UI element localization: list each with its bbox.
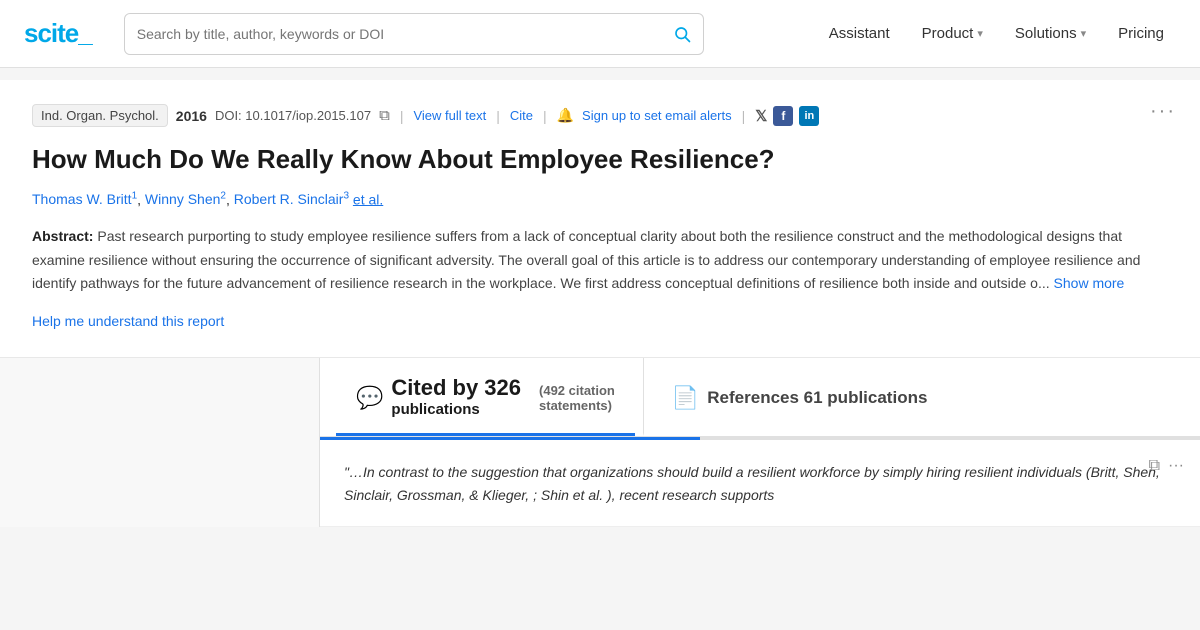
copy-quote-button[interactable]: ⧉ [1149,457,1160,475]
more-options-button[interactable]: ··· [1150,100,1176,123]
abstract: Abstract: Past research purporting to st… [32,225,1168,294]
nav-solutions[interactable]: Solutions ▾ [1003,17,1098,50]
show-more-link[interactable]: Show more [1054,275,1125,291]
linkedin-icon[interactable]: in [799,106,819,126]
search-button[interactable] [673,25,691,43]
tab-cited-by[interactable]: 💬 Cited by 326 publications (492 citatio… [336,358,635,437]
logo-text: scite [24,18,78,48]
navbar: scite_ Assistant Product ▾ Solutions ▾ P… [0,0,1200,68]
search-input[interactable] [137,26,673,42]
facebook-icon[interactable]: f [773,106,793,126]
nav-links: Assistant Product ▾ Solutions ▾ Pricing [817,17,1176,50]
right-panel: 💬 Cited by 326 publications (492 citatio… [320,358,1200,527]
main-content: ··· Ind. Organ. Psychol. 2016 DOI: 10.10… [0,80,1200,527]
site-logo[interactable]: scite_ [24,18,92,49]
tab-active-indicator [320,437,700,440]
author-1-sup: 1 [132,191,138,202]
social-icons: 𝕏 f in [755,106,819,126]
view-full-text-link[interactable]: View full text [413,108,486,123]
cite-link[interactable]: Cite [510,108,533,123]
quote-more-button[interactable]: ··· [1168,457,1184,475]
nav-assistant[interactable]: Assistant [817,17,902,50]
tabs-bar: 💬 Cited by 326 publications (492 citatio… [320,358,1200,438]
author-2-link[interactable]: Winny Shen2 [145,191,226,207]
citations-section: 💬 Cited by 326 publications (492 citatio… [0,358,1200,527]
citation-quote-card: "…In contrast to the suggestion that org… [320,441,1200,527]
nav-product[interactable]: Product ▾ [910,17,995,50]
quote-text: "…In contrast to the suggestion that org… [344,461,1176,506]
doi-label: DOI: 10.1017/iop.2015.107 [215,108,371,123]
author-3-link[interactable]: Robert R. Sinclair3 [234,191,349,207]
help-understand-link[interactable]: Help me understand this report [32,313,224,329]
meta-line: Ind. Organ. Psychol. 2016 DOI: 10.1017/i… [32,104,1168,127]
paper-title: How Much Do We Really Know About Employe… [32,143,1168,177]
author-1-link[interactable]: Thomas W. Britt1 [32,191,137,207]
tab-references[interactable]: 📄 References 61 publications [643,358,948,437]
cited-by-label: publications [391,400,521,420]
references-label: References 61 publications [707,388,927,408]
author-2-sup: 2 [220,191,226,202]
twitter-icon[interactable]: 𝕏 [755,107,767,125]
tab-underline-container [320,437,1200,440]
journal-badge: Ind. Organ. Psychol. [32,104,168,127]
cited-by-icon: 💬 [356,385,383,411]
authors-line: Thomas W. Britt1, Winny Shen2, Robert R.… [32,191,1168,208]
search-bar-container [124,13,704,55]
product-chevron-icon: ▾ [977,27,983,40]
paper-card: ··· Ind. Organ. Psychol. 2016 DOI: 10.10… [0,80,1200,358]
solutions-chevron-icon: ▾ [1081,27,1087,40]
copy-doi-icon[interactable]: ⧉ [379,107,390,124]
cited-by-count: Cited by 326 [391,376,521,400]
citation-statements-1: (492 citation [539,383,615,398]
abstract-text: Past research purporting to study employ… [32,228,1140,290]
publication-year: 2016 [176,108,207,124]
bell-icon: 🔔 [557,107,574,124]
sign-up-alerts-link[interactable]: Sign up to set email alerts [582,108,732,123]
author-3-sup: 3 [343,191,349,202]
left-panel [0,358,320,527]
nav-pricing[interactable]: Pricing [1106,17,1176,50]
et-al-link[interactable]: et al. [353,191,383,207]
quote-actions: ⧉ ··· [1149,457,1184,475]
references-icon: 📄 [672,385,699,411]
logo-underscore: _ [78,18,91,48]
citation-statements-2: statements) [539,398,615,413]
abstract-label: Abstract: [32,228,93,244]
